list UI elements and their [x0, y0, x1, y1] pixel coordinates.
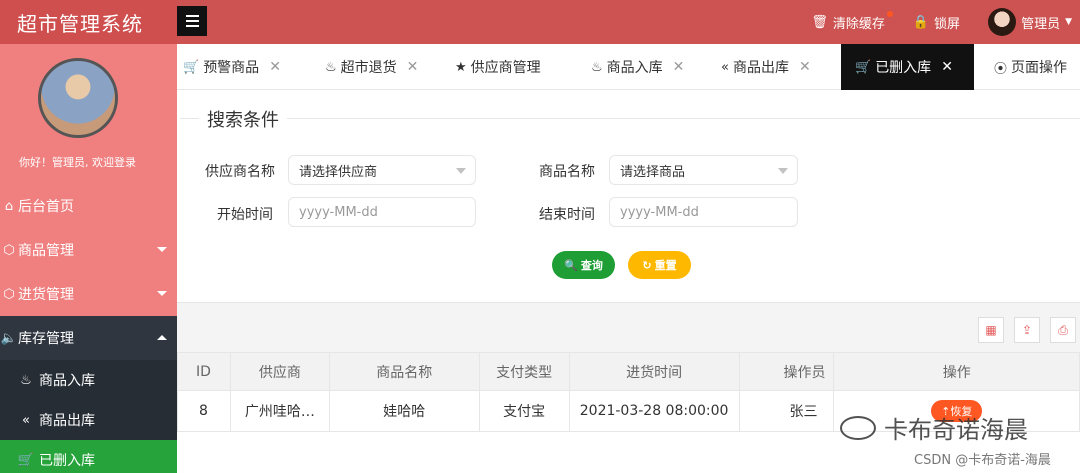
chevron-up-icon: [157, 335, 167, 340]
tab-stock-out[interactable]: « 商品出库 ✕: [707, 44, 841, 90]
start-time-label: 开始时间: [217, 207, 273, 223]
app-title: 超市管理系统: [0, 0, 177, 44]
close-icon[interactable]: ✕: [799, 59, 811, 75]
cell-time: 2021-03-28 08:00:00: [568, 390, 740, 432]
sidebar: 你好！管理员, 欢迎登录 ⌂ 后台首页 ⬡ 商品管理 ⬡ 进货管理 🔈 库存管理…: [0, 44, 177, 473]
tab-bar: 🛒 预警商品 ✕ ♨ 超市退货 ✕ ★ 供应商管理 ♨ 商品入库 ✕ « 商品出…: [177, 44, 1080, 90]
home-icon: ⌂: [4, 198, 14, 214]
trash-icon: 🗑: [811, 14, 828, 30]
cell-operator: 张三: [738, 390, 835, 432]
sidebar-item-stock-in[interactable]: ♨ 商品入库: [0, 360, 177, 400]
search-legend: 搜索条件: [199, 106, 287, 132]
sidebar-item-products[interactable]: ⬡ 商品管理: [0, 228, 177, 272]
end-time-input[interactable]: yyyy-MM-dd: [609, 197, 798, 227]
chevron-down-icon: [778, 168, 788, 174]
hamburger-icon: [185, 15, 199, 17]
search-icon: 🔍: [564, 258, 578, 272]
column-header-supplier[interactable]: 供应商: [229, 352, 330, 391]
sidebar-item-stock-out[interactable]: « 商品出库: [0, 400, 177, 440]
start-time-input[interactable]: yyyy-MM-dd: [288, 197, 476, 227]
column-header-id[interactable]: ID: [177, 352, 231, 391]
fire-icon: ♨: [20, 372, 32, 388]
print-icon: ⎙: [1058, 322, 1068, 337]
lock-screen-button[interactable]: 🔒 锁屏: [913, 13, 960, 32]
column-header-product[interactable]: 商品名称: [328, 352, 480, 391]
table-toolbar: ▦ ⇪ ⎙: [177, 302, 1080, 352]
user-menu[interactable]: 管理员 ▼: [988, 8, 1072, 36]
notification-dot: [886, 10, 893, 17]
cube-icon: ⬡: [3, 286, 15, 302]
sidebar-profile: 你好！管理员, 欢迎登录: [0, 44, 177, 184]
column-header-pay-type[interactable]: 支付类型: [478, 352, 570, 391]
cell-pay-type: 支付宝: [478, 390, 570, 432]
fire-icon: ♨: [325, 59, 337, 75]
radio-icon: ⦿: [994, 61, 1008, 77]
column-header-operator[interactable]: 操作员: [738, 352, 835, 391]
cell-id: 8: [177, 390, 231, 432]
cart-icon: 🛒: [17, 452, 35, 468]
cell-supplier: 广州哇哈…: [229, 390, 330, 432]
reset-button[interactable]: ↻ 重置: [628, 251, 691, 279]
sidebar-item-inventory[interactable]: 🔈 库存管理: [0, 316, 177, 360]
chevron-down-icon: [456, 168, 466, 174]
tab-warning-products[interactable]: 🛒 预警商品 ✕: [177, 44, 307, 90]
user-avatar: [988, 8, 1017, 36]
columns-filter-button[interactable]: ▦: [978, 317, 1004, 343]
clear-cache-button[interactable]: 🗑 清除缓存: [811, 10, 893, 32]
cube-icon: ⬡: [3, 242, 15, 258]
tab-deleted-stock-in[interactable]: 🛒 已删入库 ✕: [841, 44, 974, 90]
end-time-label: 结束时间: [539, 207, 595, 223]
header-actions: 🗑 清除缓存 🔒 锁屏 管理员 ▼: [811, 0, 1080, 44]
chevron-down-icon: [157, 291, 167, 296]
search-fieldset: 搜索条件: [177, 100, 1080, 136]
star-icon: ★: [455, 59, 467, 75]
tab-page-actions[interactable]: ⦿ 页面操作: [974, 44, 1080, 90]
sidebar-item-purchase[interactable]: ⬡ 进货管理: [0, 272, 177, 316]
print-button[interactable]: ⎙: [1050, 317, 1076, 343]
double-chevron-left-icon: «: [721, 59, 729, 75]
close-icon[interactable]: ✕: [941, 59, 953, 75]
export-button[interactable]: ⇪: [1014, 317, 1040, 343]
top-header: 超市管理系统 🗑 清除缓存 🔒 锁屏 管理员 ▼: [0, 0, 1080, 44]
export-icon: ⇪: [1021, 323, 1033, 337]
inventory-submenu: ♨ 商品入库 « 商品出库 🛒 已删入库: [0, 360, 177, 473]
tab-returns[interactable]: ♨ 超市退货 ✕: [307, 44, 439, 90]
watermark-csdn: CSDN @卡布奇诺-海晨: [914, 453, 1051, 468]
table-header-row: ID 供应商 商品名称 支付类型 进货时间 操作员 操作: [177, 352, 1080, 391]
speaker-icon: 🔈: [0, 330, 18, 346]
tab-supplier[interactable]: ★ 供应商管理: [439, 44, 577, 90]
column-header-action[interactable]: 操作: [833, 352, 1080, 391]
double-chevron-left-icon: «: [22, 412, 30, 428]
chevron-down-icon: [157, 247, 167, 252]
columns-icon: ▦: [985, 323, 997, 337]
profile-avatar: [38, 58, 118, 138]
menu-toggle-button[interactable]: [177, 6, 207, 36]
fire-icon: ♨: [591, 59, 603, 75]
lock-icon: 🔒: [912, 14, 930, 30]
close-icon[interactable]: ✕: [407, 59, 419, 75]
product-label: 商品名称: [539, 164, 595, 180]
cart-icon: 🛒: [855, 59, 872, 75]
product-select[interactable]: 请选择商品: [609, 155, 798, 185]
wechat-icon: [840, 415, 876, 440]
welcome-text: 你好！管理员, 欢迎登录: [19, 156, 136, 169]
chevron-down-icon: ▼: [1065, 17, 1072, 27]
query-button[interactable]: 🔍 查询: [552, 251, 615, 279]
supplier-select[interactable]: 请选择供应商: [288, 155, 476, 185]
refresh-icon: ↻: [642, 258, 652, 272]
sidebar-item-home[interactable]: ⌂ 后台首页: [0, 184, 177, 228]
tab-stock-in[interactable]: ♨ 商品入库 ✕: [577, 44, 707, 90]
supplier-label: 供应商名称: [205, 164, 275, 180]
cart-icon: 🛒: [183, 59, 200, 75]
cell-product: 娃哈哈: [328, 390, 480, 432]
watermark-main: 卡布奇诺海晨: [840, 410, 1028, 445]
close-icon[interactable]: ✕: [673, 59, 685, 75]
sidebar-item-deleted-stock-in[interactable]: 🛒 已删入库: [0, 440, 177, 473]
close-icon[interactable]: ✕: [269, 59, 281, 75]
column-header-time[interactable]: 进货时间: [568, 352, 740, 391]
